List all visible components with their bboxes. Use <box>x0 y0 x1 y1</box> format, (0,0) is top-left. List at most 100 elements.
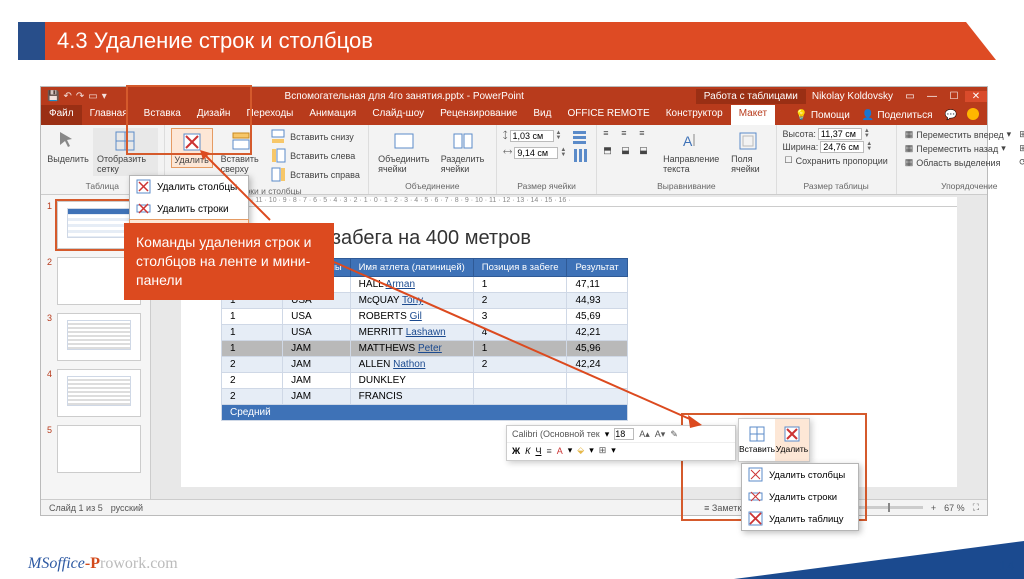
mini-underline-icon[interactable]: Ч <box>535 446 541 456</box>
mini-delete-button[interactable]: Удалить <box>775 419 809 461</box>
text-direction-button[interactable]: AНаправление текста <box>659 128 723 176</box>
fit-window-icon[interactable]: ⛶ <box>973 502 979 513</box>
rotate-menu[interactable]: ⟳ ▾ <box>1017 156 1024 169</box>
table-cell[interactable]: 2 <box>222 373 283 389</box>
close-icon[interactable]: ✕ <box>965 91 987 102</box>
split-cells-button[interactable]: Разделить ячейки <box>437 128 490 176</box>
thumb-3[interactable]: 3 <box>47 313 144 361</box>
tab-view[interactable]: Вид <box>525 105 559 125</box>
insert-right-button[interactable]: Вставить справа <box>269 166 362 184</box>
tab-file[interactable]: Файл <box>41 105 82 125</box>
merge-cells-button[interactable]: Объединить ячейки <box>375 128 433 176</box>
group-merge: Объединить ячейки Разделить ячейки Объед… <box>369 125 497 194</box>
cell-margins-button[interactable]: Поля ячейки <box>727 128 769 176</box>
table-cell[interactable]: 2 <box>222 389 283 405</box>
tab-animation[interactable]: Анимация <box>301 105 364 125</box>
insert-left-button[interactable]: Вставить слева <box>269 147 362 165</box>
undo-icon[interactable]: ↶ <box>63 91 71 102</box>
bring-forward-button[interactable]: ▦ Переместить вперед ▾ <box>903 128 1013 141</box>
mini-italic-icon[interactable]: К <box>525 446 530 456</box>
mini-grow-icon[interactable]: A▴ <box>639 429 650 440</box>
zoom-value[interactable]: 67 % <box>944 503 965 513</box>
send-backward-button[interactable]: ▦ Переместить назад ▾ <box>903 142 1013 155</box>
tab-review[interactable]: Рецензирование <box>432 105 525 125</box>
tab-design[interactable]: Дизайн <box>189 105 239 125</box>
selection-pane-button[interactable]: ▦ Область выделения <box>903 156 1013 169</box>
thumb-5[interactable]: 5 <box>47 425 144 473</box>
table-cell[interactable]: 1 <box>222 325 283 341</box>
tab-office-remote[interactable]: OFFICE REMOTE <box>559 105 657 125</box>
tell-me[interactable]: 💡 Помощи <box>789 105 855 125</box>
tab-insert[interactable]: Вставка <box>136 105 189 125</box>
qat-more-icon[interactable]: ▾ <box>102 91 107 102</box>
cell-height-input[interactable]: 🡙▲▼ <box>503 128 566 144</box>
mini-font-name[interactable]: Calibri (Основной тек <box>512 429 600 439</box>
mini-bold-icon[interactable]: Ж <box>512 446 520 456</box>
zoom-slider[interactable] <box>853 506 923 509</box>
status-lang[interactable]: русский <box>111 503 143 513</box>
slide-title-band: 4.3 Удаление строк и столбцов <box>18 22 996 60</box>
align-left-icon[interactable]: ≡ <box>603 128 619 144</box>
table-cell[interactable]: 1 <box>222 309 283 325</box>
select-button[interactable]: Выделить <box>47 128 89 166</box>
mini-fill-icon[interactable]: ⬙ <box>577 445 584 456</box>
section-number: 4.3 <box>57 28 88 54</box>
minimize-icon[interactable]: — <box>921 91 943 102</box>
mini-toolbar[interactable]: Calibri (Основной тек▾ A▴ A▾ ✎ Ж К Ч ≡ A… <box>506 425 736 461</box>
redo-icon[interactable]: ↷ <box>76 91 84 102</box>
valign-top-icon[interactable]: ⬒ <box>603 145 619 161</box>
view-gridlines-button[interactable]: Отобразить сетку <box>93 128 158 176</box>
insert-below-icon <box>271 129 287 145</box>
mini-toolbar-table[interactable]: Вставить Удалить <box>738 418 810 462</box>
valign-mid-icon[interactable]: ⬓ <box>621 145 637 161</box>
share-button[interactable]: 👤 Поделиться <box>856 105 939 125</box>
maximize-icon[interactable]: ☐ <box>943 91 965 102</box>
group-menu[interactable]: ⊞ ▾ <box>1017 142 1024 155</box>
user-name[interactable]: Nikolay Koldovsky <box>806 91 899 102</box>
distribute-rows-button[interactable] <box>570 128 590 146</box>
mini-insert-button[interactable]: Вставить <box>739 419 775 461</box>
thumb-4[interactable]: 4 <box>47 369 144 417</box>
align-center-icon[interactable]: ≡ <box>621 128 637 144</box>
status-slide: Слайд 1 из 5 <box>49 503 103 513</box>
feedback-icon[interactable] <box>967 108 979 120</box>
align-menu[interactable]: ⊞ ▾ <box>1017 128 1024 141</box>
window-buttons: ▭ — ☐ ✕ <box>899 91 987 102</box>
distribute-cols-button[interactable] <box>570 147 590 165</box>
group-label-cellsize: Размер ячейки <box>503 179 590 191</box>
insert-below-button[interactable]: Вставить снизу <box>269 128 362 146</box>
ctx-delete-rows[interactable]: Удалить строки <box>742 486 858 508</box>
ctx-delete-columns[interactable]: Удалить столбцы <box>742 464 858 486</box>
group-label-merge: Объединение <box>375 179 490 191</box>
table-cell[interactable]: 1 <box>222 341 283 357</box>
lock-aspect-checkbox[interactable]: ☐ Сохранить пропорции <box>783 154 890 167</box>
save-icon[interactable]: 💾 <box>47 91 59 102</box>
tab-home[interactable]: Главная <box>82 105 136 125</box>
svg-text:A: A <box>683 133 693 149</box>
align-right-icon[interactable]: ≡ <box>639 128 655 144</box>
table-height-input[interactable]: Высота:▲▼ <box>783 128 890 140</box>
zoom-in-icon[interactable]: + <box>931 503 936 513</box>
mini-color-icon[interactable]: A <box>557 446 563 456</box>
mini-format-painter-icon[interactable]: ✎ <box>670 429 678 440</box>
ribbon-options-icon[interactable]: ▭ <box>899 91 921 102</box>
ribbon-tabs: Файл Главная Вставка Дизайн Переходы Ани… <box>41 105 987 125</box>
ctx-del-cols-icon <box>748 467 764 483</box>
table-cell[interactable]: 2 <box>222 357 283 373</box>
quick-access-toolbar[interactable]: 💾 ↶ ↷ ▭ ▾ <box>41 91 113 102</box>
valign-bot-icon[interactable]: ⬓ <box>639 145 655 161</box>
table-width-input[interactable]: Ширина:▲▼ <box>783 141 890 153</box>
merge-icon <box>393 130 415 152</box>
tab-transitions[interactable]: Переходы <box>238 105 301 125</box>
tab-slideshow[interactable]: Слайд-шоу <box>364 105 432 125</box>
mini-shrink-icon[interactable]: A▾ <box>655 429 666 440</box>
mini-align-icon[interactable]: ≡ <box>546 446 551 456</box>
ctx-delete-table[interactable]: Удалить таблицу <box>742 508 858 530</box>
tab-constructor[interactable]: Конструктор <box>658 105 731 125</box>
start-show-icon[interactable]: ▭ <box>88 91 97 102</box>
title-triangle <box>966 22 996 60</box>
tab-layout[interactable]: Макет <box>731 105 775 125</box>
cell-width-input[interactable]: 🡘▲▼ <box>503 145 566 161</box>
comments-icon[interactable]: 💬 <box>939 105 963 125</box>
mini-borders-icon[interactable]: ⊞ <box>599 445 607 456</box>
